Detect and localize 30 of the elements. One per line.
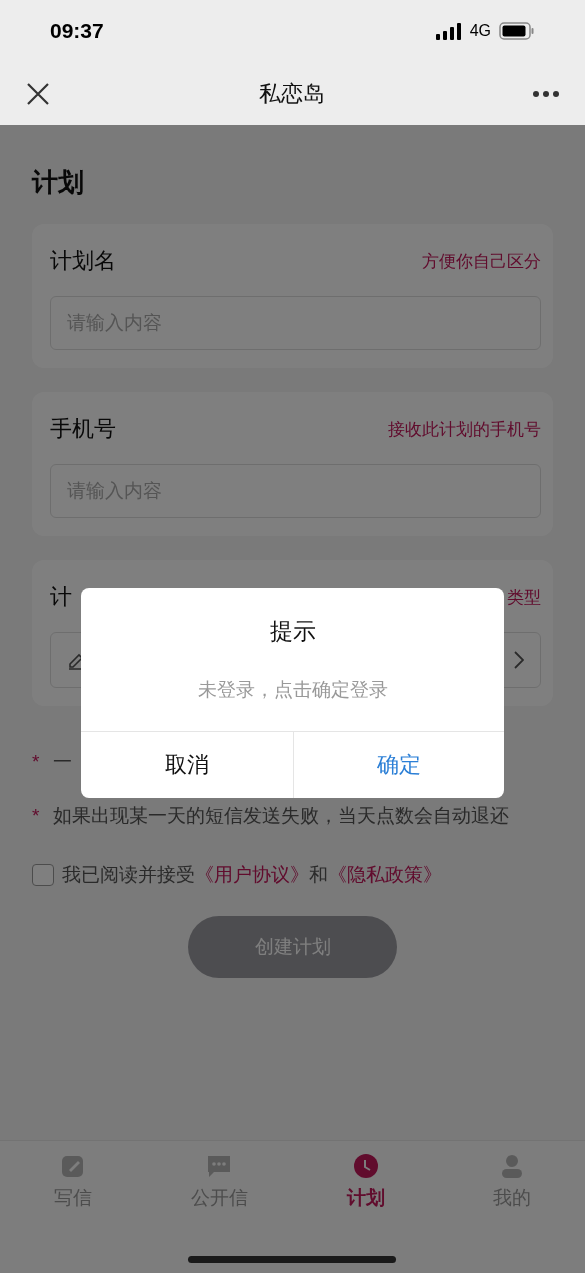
terms-link[interactable]: 《用户协议》	[195, 862, 309, 888]
field-label: 计	[50, 583, 72, 611]
network-label: 4G	[469, 22, 491, 40]
page-title: 私恋岛	[258, 79, 325, 108]
field-label: 手机号	[50, 415, 116, 443]
agreement-text: 我已阅读并接受	[62, 863, 195, 887]
more-icon[interactable]	[533, 90, 559, 97]
note-text: 如果出现某一天的短信发送失败，当天点数会自动退还	[53, 804, 510, 828]
chevron-icon	[514, 651, 524, 669]
field-label: 计划名	[50, 247, 116, 275]
confirm-button[interactable]: 确定	[292, 732, 504, 798]
agreement-text: 和	[309, 863, 328, 887]
battery-icon	[499, 22, 535, 40]
field-hint: 方便你自己区分	[422, 250, 541, 273]
signal-icon	[435, 22, 462, 40]
tab[interactable]: 计划	[346, 1153, 385, 1211]
section-title: 计划	[32, 166, 84, 199]
status-time: 09:37	[50, 19, 104, 43]
dialog-message: 未登录，点击确定登录	[197, 678, 388, 702]
checkbox[interactable]	[32, 864, 54, 886]
privacy-link[interactable]: 《隐私政策》	[328, 862, 442, 888]
clock-icon	[352, 1153, 379, 1179]
note-text: 一	[53, 750, 73, 774]
close-icon[interactable]	[26, 81, 50, 106]
cancel-button[interactable]: 取消	[81, 732, 293, 798]
required-mark: *	[32, 750, 40, 774]
required-mark: *	[32, 804, 40, 828]
dialog-title: 提示	[269, 617, 316, 646]
field-hint: 类型	[507, 586, 541, 609]
field-hint: 接收此计划的手机号	[388, 418, 541, 441]
